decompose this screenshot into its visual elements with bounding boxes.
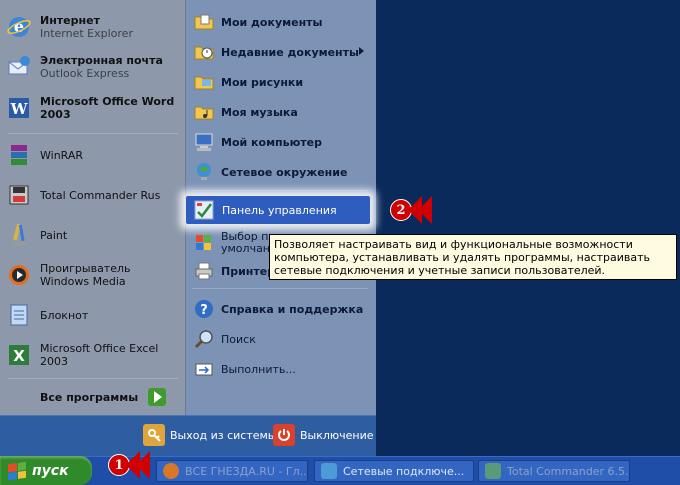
control-panel-icon: [192, 198, 216, 222]
control-panel-tooltip: Позволяет настраивать вид и функциональн…: [269, 234, 677, 280]
notepad-icon: [4, 300, 34, 330]
menu-item-label-line2: умолчан: [221, 242, 271, 255]
menu-item-total-commander[interactable]: Total Commander Rus: [4, 180, 184, 210]
network-connections-icon: [321, 463, 337, 479]
taskbar-button-total-commander[interactable]: Total Commander 6.5...: [478, 460, 630, 482]
svg-text:X: X: [13, 347, 25, 365]
start-label: пуск: [32, 462, 69, 479]
svg-text:W: W: [10, 100, 29, 118]
menu-item-label: Мой компьютер: [221, 135, 323, 149]
menu-item-excel[interactable]: X Microsoft Office Excel 2003: [4, 340, 184, 370]
menu-item-label: Мои документы: [221, 15, 323, 29]
run-icon: [192, 357, 216, 381]
svg-text:?: ?: [200, 303, 208, 318]
taskbar-button-firefox[interactable]: ВСЕ ГНЕЗДА.RU - Гл...: [156, 460, 308, 482]
menu-item-my-pictures[interactable]: Мои рисунки: [192, 69, 370, 95]
chevron-left-icon: [418, 196, 432, 224]
taskbar-button-label: Сетевые подключе...: [343, 464, 465, 478]
menu-item-label: Недавние документы: [221, 45, 359, 59]
all-programs-label: Все программы: [40, 390, 139, 404]
menu-item-title: Microsoft Office Excel 2003: [40, 342, 159, 368]
menu-item-my-computer[interactable]: Мой компьютер: [192, 129, 370, 155]
menu-item-winrar[interactable]: WinRAR: [4, 140, 184, 170]
word-icon: W: [4, 93, 34, 123]
menu-item-run[interactable]: Выполнить...: [192, 356, 370, 382]
menu-item-title: WinRAR: [40, 148, 84, 162]
help-icon: ?: [192, 297, 216, 321]
menu-item-email[interactable]: Электронная почта Outlook Express: [4, 52, 184, 82]
start-button[interactable]: пуск: [0, 456, 92, 485]
chevron-left-icon: [136, 451, 150, 479]
menu-item-title: Интернет: [40, 14, 100, 27]
menu-item-subtitle: Internet Explorer: [40, 27, 133, 40]
total-commander-icon: [485, 463, 501, 479]
menu-item-label: Поиск: [221, 332, 256, 346]
menu-item-title: Microsoft Office Word 2003: [40, 95, 175, 121]
separator: [192, 190, 368, 191]
menu-item-notepad[interactable]: Блокнот: [4, 300, 184, 330]
key-icon: [143, 424, 165, 446]
menu-item-control-panel[interactable]: Панель управления: [186, 196, 370, 224]
menu-item-label: Выполнить...: [221, 362, 296, 376]
menu-item-media-player[interactable]: Проигрыватель Windows Media: [4, 260, 184, 290]
submenu-arrow-icon: [359, 47, 364, 55]
menu-item-subtitle: Outlook Express: [40, 67, 130, 80]
step-marker-1: 1: [108, 451, 150, 479]
all-programs-button[interactable]: Все программы: [40, 384, 180, 410]
step-marker-2: 2: [390, 196, 432, 224]
menu-item-label: Справка и поддержка: [221, 302, 364, 316]
total-commander-icon: [4, 180, 34, 210]
search-icon: [192, 327, 216, 351]
winrar-icon: [4, 140, 34, 170]
menu-item-paint[interactable]: Paint: [4, 220, 184, 250]
menu-item-title: Проигрыватель Windows Media: [40, 262, 131, 288]
menu-item-word[interactable]: W Microsoft Office Word 2003: [4, 93, 184, 123]
media-player-icon: [4, 260, 34, 290]
menu-item-label: Панель управления: [222, 204, 337, 217]
menu-item-recent-documents[interactable]: Недавние документы: [192, 39, 370, 65]
paint-icon: [4, 220, 34, 250]
logoff-button[interactable]: Выход из системы: [143, 424, 276, 446]
menu-item-label: Мои рисунки: [221, 75, 304, 89]
excel-icon: X: [4, 340, 34, 370]
outlook-express-icon: [4, 52, 34, 82]
separator: [192, 288, 368, 289]
menu-item-search[interactable]: Поиск: [192, 326, 370, 352]
shutdown-button[interactable]: Выключение: [273, 424, 374, 446]
logoff-label: Выход из системы: [170, 428, 277, 442]
menu-item-label: Сетевое окружение: [221, 165, 348, 179]
internet-explorer-icon: e: [4, 12, 34, 42]
taskbar-button-network-connections[interactable]: Сетевые подключе...: [314, 460, 474, 482]
separator: [8, 378, 178, 379]
firefox-icon: [163, 463, 179, 479]
arrow-right-icon: [148, 388, 167, 406]
recent-documents-icon: [192, 40, 216, 64]
computer-icon: [192, 130, 216, 154]
windows-flag-icon: [192, 231, 216, 255]
menu-item-label: Моя музыка: [221, 105, 298, 119]
menu-item-title: Paint: [40, 228, 68, 242]
menu-item-title: Электронная почта: [40, 54, 163, 67]
folder-documents-icon: [192, 10, 216, 34]
printer-icon: [192, 259, 216, 283]
taskbar-button-label: Total Commander 6.5...: [507, 464, 630, 478]
menu-item-title: Total Commander Rus: [40, 188, 161, 202]
menu-item-network[interactable]: Сетевое окружение: [192, 159, 370, 185]
folder-pictures-icon: [192, 70, 216, 94]
network-icon: [192, 160, 216, 184]
windows-flag-icon: [8, 461, 26, 480]
power-icon: [273, 424, 295, 446]
taskbar-button-label: ВСЕ ГНЕЗДА.RU - Гл...: [185, 464, 308, 478]
menu-item-help[interactable]: ? Справка и поддержка: [192, 296, 370, 322]
menu-item-internet[interactable]: e Интернет Internet Explorer: [4, 12, 184, 42]
folder-music-icon: [192, 100, 216, 124]
menu-item-my-music[interactable]: Моя музыка: [192, 99, 370, 125]
separator: [8, 133, 178, 134]
menu-item-my-documents[interactable]: Мои документы: [192, 9, 370, 35]
menu-item-title: Блокнот: [40, 308, 89, 322]
shutdown-label: Выключение: [300, 428, 374, 442]
